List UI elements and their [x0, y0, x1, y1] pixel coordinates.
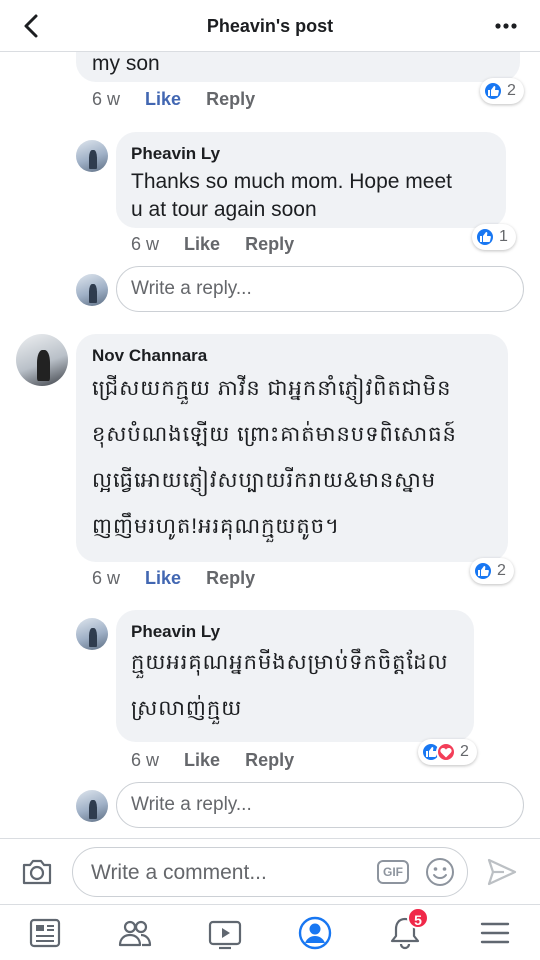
comment-time: 6 w: [131, 750, 160, 770]
gif-icon[interactable]: GIF: [377, 860, 409, 884]
reaction-count[interactable]: 1: [472, 224, 516, 250]
emoji-icon[interactable]: [425, 857, 455, 887]
comment-author[interactable]: Pheavin Ly: [131, 144, 220, 164]
comment-author[interactable]: Nov Channara: [92, 346, 207, 366]
comment-text: ក្មួយអរគុណអ្នកមីងសម្រាប់ទឹកចិត្តដែល: [131, 651, 449, 674]
comment-composer: Write a comment... GIF: [0, 838, 540, 904]
like-reaction-icon: [483, 81, 503, 101]
comment-text: my son: [92, 52, 160, 75]
comment-text: ខុសបំណងឡើយ ព្រោះគាត់មានបទពិសោធន៍: [92, 423, 457, 446]
comment-text: ស្រលាញ់ក្មួយ: [131, 697, 243, 720]
reaction-count[interactable]: 2: [470, 558, 514, 584]
send-icon[interactable]: [486, 856, 518, 888]
comment-time: 6 w: [92, 89, 121, 109]
like-link[interactable]: Like: [184, 234, 220, 254]
comment-actions: 6 w Like Reply: [131, 750, 314, 771]
avatar[interactable]: [76, 618, 108, 650]
reply-bubble: Pheavin Ly ក្មួយអរគុណអ្នកមីងសម្រាប់ទឹកចិ…: [116, 610, 474, 742]
comment-text: ល្អធ្វើអោយភ្ញៀវសប្បាយរីករាយ&មានស្នាម: [92, 469, 437, 492]
camera-icon[interactable]: [20, 857, 54, 887]
post-comments-screen: Pheavin's post my son 6 w Like Reply 2 P…: [0, 0, 540, 960]
comment-actions: 6 w Like Reply: [131, 234, 314, 255]
reply-bubble: Pheavin Ly Thanks so much mom. Hope meet…: [116, 132, 506, 228]
top-bar: Pheavin's post: [0, 0, 540, 52]
love-reaction-icon: [436, 742, 456, 762]
avatar: [76, 790, 108, 822]
reaction-number: 2: [460, 743, 469, 760]
reaction-number: 2: [497, 562, 506, 579]
reply-input[interactable]: Write a reply...: [116, 266, 524, 312]
comment-time: 6 w: [131, 234, 160, 254]
more-icon[interactable]: [492, 13, 520, 39]
watch-icon[interactable]: [207, 915, 243, 951]
like-link[interactable]: Like: [184, 750, 220, 770]
menu-icon[interactable]: [477, 915, 513, 951]
reaction-number: 1: [499, 228, 508, 245]
reply-link[interactable]: Reply: [245, 234, 294, 254]
reaction-count[interactable]: 2: [480, 78, 524, 104]
bottom-tab-bar: 5: [0, 904, 540, 960]
comment-text: Thanks so much mom. Hope meet: [131, 170, 452, 193]
like-reaction-icon: [473, 561, 493, 581]
comment-text: u at tour again soon: [131, 198, 317, 221]
comment-bubble: Nov Channara ជ្រើសយកក្មួយ ភាវីន ជាអ្នកនា…: [76, 334, 508, 562]
like-link[interactable]: Like: [145, 568, 181, 588]
avatar[interactable]: [76, 140, 108, 172]
page-title: Pheavin's post: [206, 16, 334, 36]
notifications-badge: 5: [407, 907, 429, 929]
profile-icon[interactable]: [297, 915, 333, 951]
reply-link[interactable]: Reply: [206, 568, 255, 588]
comment-actions: 6 w Like Reply: [92, 568, 275, 589]
like-link[interactable]: Like: [145, 89, 181, 109]
reply-input[interactable]: Write a reply...: [116, 782, 524, 828]
comment-input[interactable]: Write a comment... GIF: [72, 847, 468, 897]
groups-icon[interactable]: [117, 915, 153, 951]
reaction-number: 2: [507, 82, 516, 99]
comment-placeholder: Write a comment...: [91, 861, 267, 884]
comment-author[interactable]: Pheavin Ly: [131, 622, 220, 642]
comment-text: ញញឹមរហូត!អរគុណក្មួយតូច។: [92, 515, 340, 538]
avatar[interactable]: [16, 334, 68, 386]
comment-time: 6 w: [92, 568, 121, 588]
avatar: [76, 274, 108, 306]
reaction-count[interactable]: 2: [418, 739, 477, 765]
notifications-tab[interactable]: 5: [387, 907, 429, 951]
like-reaction-icon: [475, 227, 495, 247]
reply-link[interactable]: Reply: [245, 750, 294, 770]
comment-text: ជ្រើសយកក្មួយ ភាវីន ជាអ្នកនាំភ្ញៀវពិតជាមិ…: [92, 377, 452, 400]
comment-actions: 6 w Like Reply: [92, 89, 275, 110]
reply-link[interactable]: Reply: [206, 89, 255, 109]
news-feed-icon[interactable]: [27, 915, 63, 951]
